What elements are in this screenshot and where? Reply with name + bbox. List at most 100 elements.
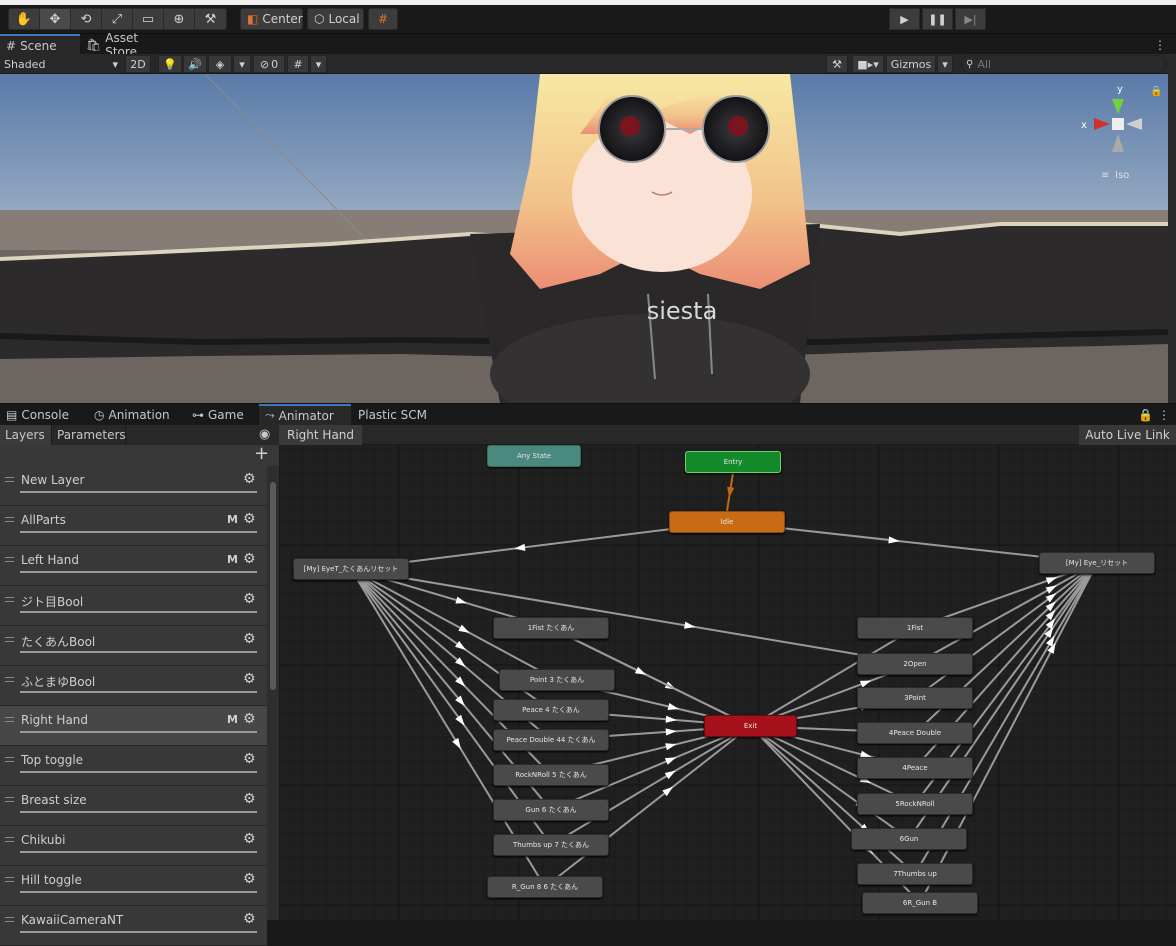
drag-handle-icon[interactable]: [5, 517, 14, 522]
tab-animation[interactable]: ◷ Animation: [88, 404, 184, 425]
state-node[interactable]: 4Peace: [857, 757, 973, 779]
drag-handle-icon[interactable]: [5, 837, 14, 842]
drag-handle-icon[interactable]: [5, 597, 14, 602]
camera-button[interactable]: ■▸▾: [852, 55, 884, 73]
state-node[interactable]: 7Thumbs up: [857, 863, 973, 885]
gear-icon[interactable]: ⚙: [243, 871, 256, 887]
drag-handle-icon[interactable]: [5, 717, 14, 722]
layer-item[interactable]: Breast size ⚙: [0, 786, 267, 826]
pivot-local-button[interactable]: ⬡ Local: [307, 8, 364, 30]
state-node[interactable]: RockNRoll 5 たくあん: [493, 764, 609, 786]
drag-handle-icon[interactable]: [5, 797, 14, 802]
rotate-tool-button[interactable]: ⟲: [71, 9, 102, 29]
drag-handle-icon[interactable]: [5, 677, 14, 682]
state-node[interactable]: Exit: [704, 715, 797, 737]
state-node[interactable]: Any State: [487, 445, 581, 467]
gear-icon[interactable]: ⚙: [243, 791, 256, 807]
tab-animator[interactable]: ⤳ Animator: [259, 404, 351, 425]
scene-menu-button[interactable]: ⋮: [1148, 34, 1168, 55]
state-node[interactable]: 3Point: [857, 687, 973, 709]
animator-graph[interactable]: Any State Entry Idle Exit [My] EyeT_たくあんリセット…: [279, 425, 1176, 920]
gear-icon[interactable]: ⚙: [243, 471, 256, 487]
shading-mode-dropdown[interactable]: Shaded ▾: [0, 55, 122, 73]
hidden-objects-toggle[interactable]: ⊘ 0: [253, 55, 285, 73]
layer-item[interactable]: Hill toggle ⚙: [0, 866, 267, 906]
tab-plastic-scm[interactable]: Plastic SCM: [352, 404, 452, 425]
state-node[interactable]: 4Peace Double: [857, 722, 973, 744]
drag-handle-icon[interactable]: [5, 637, 14, 642]
gear-icon[interactable]: ⚙: [243, 551, 256, 567]
state-node[interactable]: Idle: [669, 511, 785, 533]
pause-button[interactable]: ❚❚: [922, 8, 953, 30]
layers-scrollbar[interactable]: [267, 466, 279, 920]
tab-scene[interactable]: # Scene: [0, 34, 80, 55]
gizmos-button[interactable]: Gizmos: [886, 55, 936, 73]
play-button[interactable]: ▶: [889, 8, 920, 30]
gear-icon[interactable]: ⚙: [243, 831, 256, 847]
layer-item[interactable]: New Layer ⚙: [0, 466, 267, 506]
scene-scrollbar[interactable]: [1168, 54, 1176, 403]
hand-tool-button[interactable]: ✋: [9, 9, 40, 29]
drag-handle-icon[interactable]: [5, 557, 14, 562]
state-node[interactable]: 5RockNRoll: [857, 793, 973, 815]
layer-item[interactable]: たくあんBool ⚙: [0, 626, 267, 666]
scene-search-field[interactable]: ⚲ All: [961, 55, 1166, 73]
gear-icon[interactable]: ⚙: [243, 631, 256, 647]
layer-item[interactable]: ふとまゆBool ⚙: [0, 666, 267, 706]
drag-handle-icon[interactable]: [5, 477, 14, 482]
gear-icon[interactable]: ⚙: [243, 591, 256, 607]
pivot-center-button[interactable]: ◧ Center: [240, 8, 303, 30]
add-layer-button[interactable]: +: [254, 443, 269, 464]
state-node[interactable]: Gun 6 たくあん: [493, 799, 609, 821]
state-node[interactable]: 1Fist: [857, 617, 973, 639]
tab-console[interactable]: ▤ Console: [0, 404, 88, 425]
state-node[interactable]: Entry: [685, 451, 781, 473]
layer-item[interactable]: Left Hand M ⚙: [0, 546, 267, 586]
state-node[interactable]: Thumbs up 7 たくあん: [493, 834, 609, 856]
scene-tools-button[interactable]: ⚒: [826, 55, 848, 73]
drag-handle-icon[interactable]: [5, 757, 14, 762]
scale-tool-button[interactable]: ⤢: [102, 9, 133, 29]
gear-icon[interactable]: ⚙: [243, 751, 256, 767]
state-node[interactable]: Peace Double 44 たくあん: [493, 729, 609, 751]
gear-icon[interactable]: ⚙: [243, 911, 256, 927]
state-node[interactable]: 6R_Gun B: [862, 892, 978, 914]
grid-snap-button[interactable]: #: [368, 8, 398, 30]
layer-item[interactable]: ジト目Bool ⚙: [0, 586, 267, 626]
tab-asset-store[interactable]: 🛍 Asset Store: [80, 31, 172, 59]
gear-icon[interactable]: ⚙: [243, 671, 256, 687]
state-node[interactable]: R_Gun 8 6 たくあん: [487, 876, 603, 898]
step-button[interactable]: ▶|: [955, 8, 986, 30]
layers-scroll-thumb[interactable]: [270, 482, 276, 690]
layer-item[interactable]: Chikubi ⚙: [0, 826, 267, 866]
auto-live-link-button[interactable]: Auto Live Link: [1079, 425, 1176, 445]
lighting-toggle-button[interactable]: 💡: [158, 55, 182, 73]
rect-tool-button[interactable]: ▭: [133, 9, 164, 29]
tab-game[interactable]: ⊶ Game: [186, 404, 258, 425]
audio-toggle-button[interactable]: 🔊: [183, 55, 207, 73]
state-node[interactable]: 6Gun: [851, 828, 967, 850]
layer-item[interactable]: AllParts M ⚙: [0, 506, 267, 546]
layer-item[interactable]: Top toggle ⚙: [0, 746, 267, 786]
gizmos-dropdown[interactable]: ▾: [937, 55, 953, 73]
effects-toggle-button[interactable]: ◈: [208, 55, 232, 73]
drag-handle-icon[interactable]: [5, 877, 14, 882]
move-tool-button[interactable]: ✥: [40, 9, 71, 29]
lock-icon[interactable]: 🔒: [1150, 85, 1162, 97]
state-node[interactable]: Peace 4 たくあん: [493, 699, 609, 721]
layer-item[interactable]: KawaiiCameraNT ⚙: [0, 906, 267, 946]
state-node[interactable]: 1Fist たくあん: [493, 617, 609, 639]
gear-icon[interactable]: ⚙: [243, 511, 256, 527]
tab-layers[interactable]: Layers: [0, 425, 52, 445]
custom-tool-button[interactable]: ⚒: [195, 9, 226, 29]
scene-viewport[interactable]: siesta y x Iso ≡ 🔒: [0, 74, 1168, 403]
layer-item[interactable]: Right Hand M ⚙: [0, 706, 267, 746]
2d-toggle-button[interactable]: 2D: [125, 55, 151, 73]
state-node[interactable]: [My] EyeT_たくあんリセット: [293, 558, 409, 580]
panel-menu-button[interactable]: ⋮: [1152, 404, 1170, 425]
breadcrumb[interactable]: Right Hand: [279, 425, 363, 445]
tab-parameters[interactable]: Parameters: [52, 425, 126, 445]
transform-tool-button[interactable]: ⊕: [164, 9, 195, 29]
lock-button[interactable]: 🔒: [1132, 404, 1153, 425]
state-node[interactable]: 2Open: [857, 653, 973, 675]
